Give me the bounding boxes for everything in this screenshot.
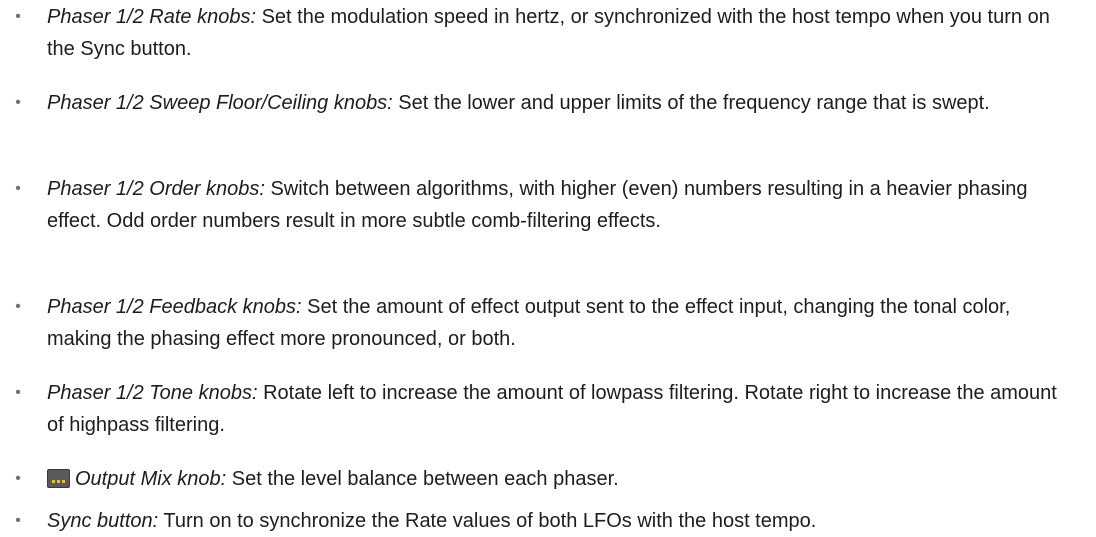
term-label: Phaser 1/2 Tone knobs: [47,382,258,404]
term-label: Sync button: [47,510,159,532]
bullet-marker: • [15,384,21,401]
list-item-tone: • Phaser 1/2 Tone knobs: Rotate left to i… [15,377,1067,441]
term-label: Output Mix knob: [75,468,227,490]
list-item-feedback: • Phaser 1/2 Feedback knobs: Set the amou… [15,291,1067,355]
term-label: Phaser 1/2 Sweep Floor/Ceiling knobs: [47,92,393,114]
term-description: Set the level balance between each phase… [226,468,619,490]
term-label: Phaser 1/2 Feedback knobs: [47,296,302,318]
list-item-output-mix: • Output Mix knob: Set the level balance … [15,463,1067,495]
output-mix-icon [47,469,70,488]
bullet-marker: • [15,180,21,197]
list-item-sync: • Sync button: Turn on to synchronize the… [15,505,1067,537]
document-page: • Phaser 1/2 Rate knobs: Set the modulati… [0,0,1096,532]
term-label: Phaser 1/2 Order knobs: [47,178,265,200]
bullet-marker: • [15,298,21,315]
bullet-marker: • [15,8,21,25]
bullet-marker: • [15,512,21,529]
list-item-order: • Phaser 1/2 Order knobs: Switch between … [15,173,1067,237]
term-label: Phaser 1/2 Rate knobs: [47,6,257,28]
term-description: Set the lower and upper limits of the fr… [392,92,990,114]
bullet-marker: • [15,470,21,487]
list-item-rate: • Phaser 1/2 Rate knobs: Set the modulati… [15,1,1067,65]
bullet-marker: • [15,94,21,111]
list-item-sweep: • Phaser 1/2 Sweep Floor/Ceiling knobs: S… [15,87,1067,119]
term-description: Turn on to synchronize the Rate values o… [158,510,817,532]
